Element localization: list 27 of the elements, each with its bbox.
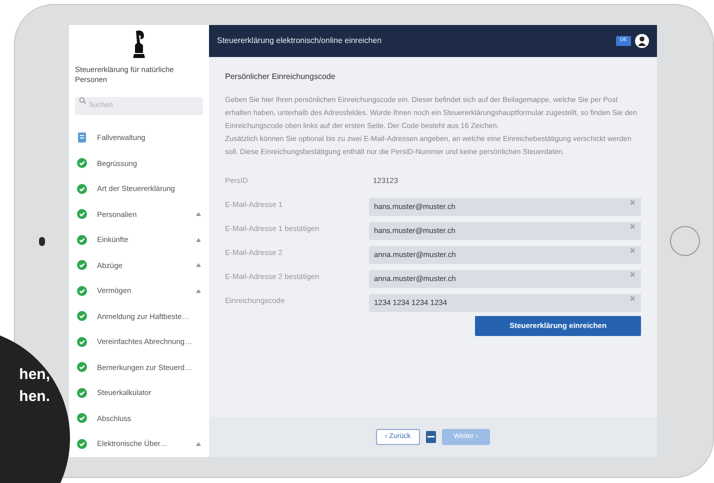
crozier-logo-icon	[132, 29, 146, 59]
check-circle-icon	[77, 362, 87, 372]
check-circle-icon	[77, 336, 87, 347]
clear-icon[interactable]	[630, 224, 635, 228]
clear-icon[interactable]	[630, 248, 635, 252]
page-title: Steuererklärung elektronisch/online einreichen	[217, 35, 383, 47]
check-circle-icon	[77, 209, 87, 220]
home-button[interactable]	[670, 226, 700, 256]
check-circle-icon	[77, 234, 87, 245]
clear-icon[interactable]	[630, 272, 635, 276]
document-icon	[77, 132, 87, 144]
check-circle-icon	[77, 311, 87, 322]
clear-icon[interactable]	[630, 200, 635, 204]
check-circle-icon	[77, 413, 87, 424]
check-circle-icon	[77, 158, 87, 168]
check-circle-icon	[77, 286, 87, 296]
camera-icon	[39, 236, 45, 246]
check-circle-icon	[77, 184, 87, 194]
search-icon	[79, 97, 86, 104]
check-circle-icon	[77, 260, 87, 270]
check-circle-icon	[77, 438, 87, 449]
clear-icon[interactable]	[630, 296, 635, 300]
badge-text: hen,	[19, 365, 50, 385]
badge-text: hen.	[19, 387, 50, 407]
section-heading: Persönlicher Einreichungscode	[225, 71, 336, 83]
check-circle-icon	[77, 388, 87, 398]
user-avatar-icon[interactable]	[635, 34, 649, 48]
